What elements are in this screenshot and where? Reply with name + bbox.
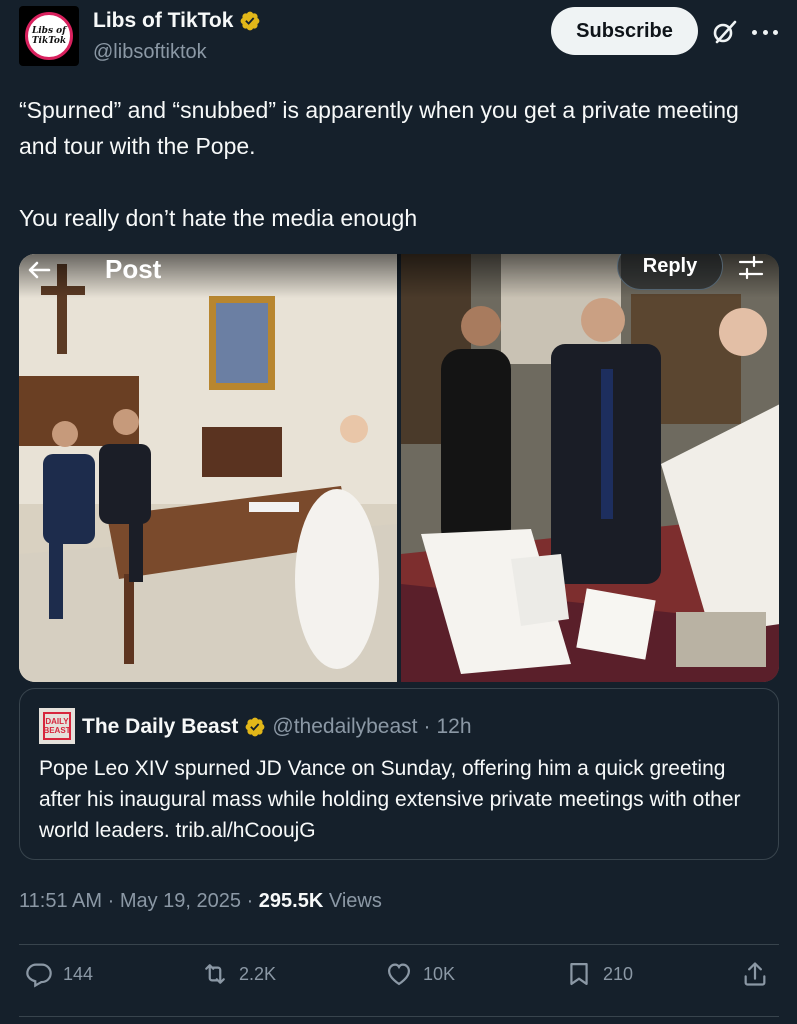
quote-separator: · xyxy=(423,715,431,738)
bookmark-icon xyxy=(570,962,588,986)
back-arrow-icon[interactable] xyxy=(25,256,53,284)
heart-icon xyxy=(387,963,411,986)
author-name-row[interactable]: Libs of TikTok xyxy=(93,9,261,33)
quoted-tweet[interactable]: DAILY BEAST The Daily Beast @thedailybea… xyxy=(19,688,779,860)
author-name[interactable]: Libs of TikTok xyxy=(93,9,233,33)
photo-meeting-desk[interactable] xyxy=(19,254,398,682)
tweet-date[interactable]: May 19, 2025 xyxy=(120,890,241,912)
like-action[interactable]: 10K xyxy=(385,960,455,988)
verified-badge-icon xyxy=(241,11,260,31)
quote-header: The Daily Beast @thedailybeast · 12h xyxy=(82,715,472,739)
verified-badge-icon xyxy=(246,717,265,737)
author-handle[interactable]: @libsoftiktok xyxy=(93,41,207,64)
timestamp-separator: · xyxy=(107,890,120,912)
repost-action[interactable]: 2.2K xyxy=(201,960,276,988)
reply-action[interactable]: 144 xyxy=(25,960,93,988)
tweet-paragraph: You really don’t hate the media enough xyxy=(19,205,418,231)
quote-timestamp[interactable]: 12h xyxy=(436,715,471,739)
bookmark-action[interactable]: 210 xyxy=(565,960,633,988)
views-label: Views xyxy=(328,890,382,912)
views-count: 295.5K xyxy=(258,890,324,912)
timestamp-separator: · xyxy=(246,890,259,912)
avatar-logo: Libs of TikTok xyxy=(25,12,73,60)
bookmark-count: 210 xyxy=(603,963,634,984)
action-bar: 144 2.2K 10K 210 xyxy=(19,960,779,1004)
reply-button[interactable]: Reply xyxy=(617,254,723,290)
quote-text: Pope Leo XIV spurned JD Vance on Sunday,… xyxy=(39,757,741,842)
more-options-icon[interactable] xyxy=(752,20,778,44)
quote-avatar[interactable]: DAILY BEAST xyxy=(39,708,75,744)
reply-icon xyxy=(26,963,52,988)
photo-gift-presentation-image xyxy=(400,254,779,682)
share-icon xyxy=(744,962,766,986)
quote-author-name[interactable]: The Daily Beast xyxy=(82,715,238,739)
quote-avatar-logo: DAILY BEAST xyxy=(43,712,71,740)
subscribe-button[interactable]: Subscribe xyxy=(551,7,698,55)
sliders-icon[interactable] xyxy=(737,254,765,282)
tweet-text: “Spurned” and “snubbed” is apparently wh… xyxy=(19,92,759,236)
divider xyxy=(19,944,779,945)
avatar-logo-text: Libs of TikTok xyxy=(31,26,67,46)
repost-icon xyxy=(205,964,225,984)
media-grid[interactable]: Post Reply xyxy=(19,254,779,682)
share-action[interactable] xyxy=(741,960,769,988)
tweet-paragraph: “Spurned” and “snubbed” is apparently wh… xyxy=(19,97,739,159)
grok-icon[interactable] xyxy=(711,18,739,46)
media-viewer-title: Post xyxy=(105,254,162,284)
reply-count: 144 xyxy=(63,963,94,984)
like-count: 10K xyxy=(423,963,456,984)
author-avatar[interactable]: Libs of TikTok xyxy=(19,6,79,66)
quote-author-handle[interactable]: @thedailybeast xyxy=(272,715,417,739)
repost-count: 2.2K xyxy=(239,963,277,984)
photo-gift-presentation[interactable] xyxy=(400,254,779,682)
tweet-time[interactable]: 11:51 AM xyxy=(19,890,102,912)
tweet-timestamp: 11:51 AM · May 19, 2025 · 295.5K Views xyxy=(19,890,382,913)
photo-meeting-desk-image xyxy=(19,254,397,682)
divider xyxy=(19,1016,779,1017)
